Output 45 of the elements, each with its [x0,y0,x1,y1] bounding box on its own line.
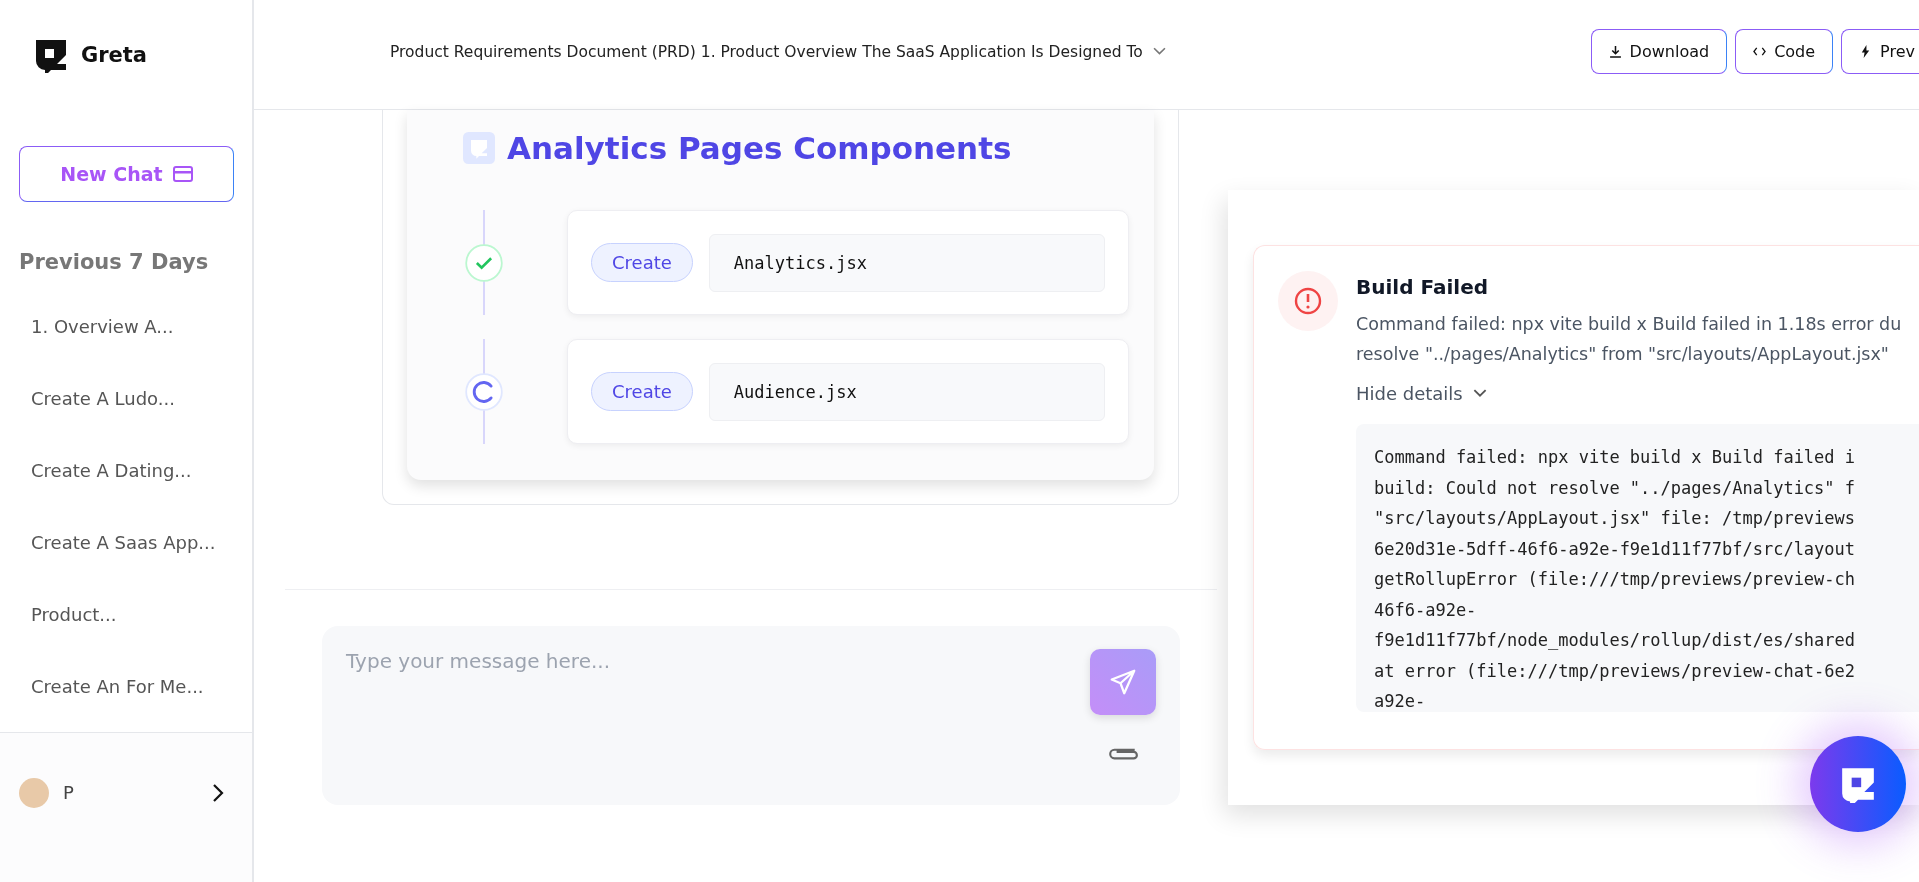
card-icon [172,166,193,182]
placeholder-text: Type your message here... [346,649,611,675]
log-line: "src/layouts/AppLayout.jsx" file: /tmp/previews [1374,507,1856,530]
header-button[interactable]: Download [1590,29,1728,74]
log-line: 46f6-a92e- [1374,598,1477,622]
header-button[interactable]: Prev [1841,29,1919,74]
send-icon [1108,667,1138,697]
logo-icon [463,132,495,164]
brand-name: Greta [81,43,148,67]
chevron-down-icon [1472,389,1487,398]
chat-history-item[interactable]: Create An For Me... [0,650,252,722]
section-heading: Previous 7 Days [19,250,210,274]
project-title-dropdown[interactable]: Product Requirements Document (PRD) 1. Product Overview The SaaS Application Is Designed To [390,42,1166,61]
new-chat-button[interactable]: New Chat [19,146,234,202]
log-line: f9e1d11f77bf/node_modules/rollup/dist/es/shared [1374,629,1856,652]
error-title: Build Failed [1356,275,1490,299]
log-line: at error (file:///tmp/previews/preview-chat-6e2 [1374,659,1856,683]
header-button[interactable]: Code [1735,29,1834,74]
log-line: build: Could not resolve "../pages/Analytics" f [1374,476,1856,500]
action-tag: Create [591,372,693,411]
log-line: Command failed: npx vite build x Build failed i [1374,446,1856,469]
error-message: Command failed: npx vite build x Build failed in 1.18s error du [1356,313,1902,336]
hide-details-toggle[interactable]: Hide details [1356,383,1487,404]
download-icon [1608,45,1622,58]
avatar [19,777,49,808]
chat-history-item[interactable]: Create A Saas App... [0,506,252,578]
action-tag: Create [591,243,693,282]
log-line: 6e20d31e-5dff-46f6-a92e-f9e1d11f77bf/src/layout [1374,537,1856,561]
chat-history-item[interactable]: 1. Overview A... [0,290,252,362]
chevron-right-icon[interactable] [212,782,224,803]
code-icon [1753,45,1767,58]
file-name: Audience.jsx [708,362,1105,421]
chat-history-item[interactable]: Create A Ludo... [0,362,252,434]
chat-history-item[interactable]: Product... [0,578,252,650]
chevron-down-icon [1152,47,1166,56]
user-name: P [63,782,75,803]
error-message: resolve "../pages/Analytics" from "src/layouts/AppLayout.jsx" [1356,343,1889,366]
file-name: Analytics.jsx [708,233,1105,292]
log-line: getRollupError (file:///tmp/previews/preview-ch [1374,568,1856,591]
logo-icon [33,37,69,73]
log-line: a92e- [1374,690,1426,712]
chat-history-item[interactable]: Create A Dating... [0,434,252,506]
logo-icon [1839,765,1877,803]
task-title: Analytics Pages Components [507,130,1012,166]
alert-icon [1278,271,1338,331]
